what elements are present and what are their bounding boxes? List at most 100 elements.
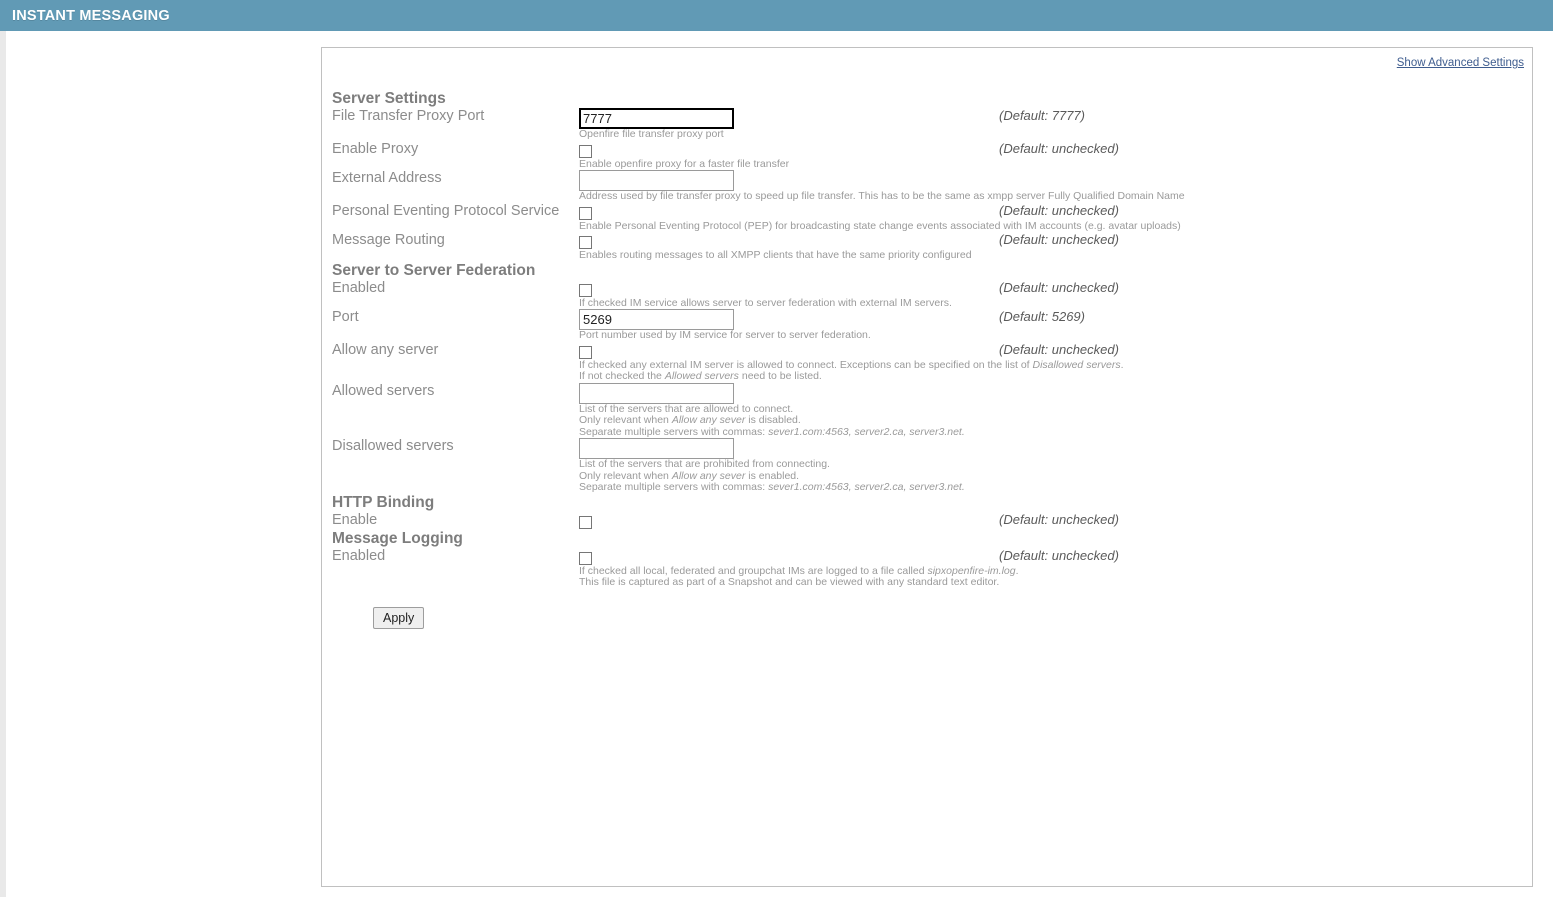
row-pep-service: Personal Eventing Protocol Service (Defa… bbox=[332, 203, 1492, 221]
label-external-address: External Address bbox=[332, 170, 442, 186]
label-allowed-servers: Allowed servers bbox=[332, 382, 435, 399]
default-http-binding-enable: (Default: unchecked) bbox=[999, 511, 1119, 527]
help-text-em: Allow any sever bbox=[671, 469, 746, 482]
left-gutter-strip bbox=[0, 31, 6, 897]
default-message-routing: (Default: unchecked) bbox=[999, 232, 1119, 247]
help-allow-any-server-line1: If checked any external IM server is all… bbox=[579, 359, 1124, 371]
file-transfer-proxy-port-input[interactable] bbox=[579, 108, 734, 129]
help-allowed-servers-line1: List of the servers that are allowed to … bbox=[579, 402, 794, 415]
help-disallowed-servers: List of the servers that are prohibited … bbox=[579, 458, 1492, 494]
help-text-em: sever1.com:4563, server2.ca, server3.net… bbox=[768, 425, 965, 438]
label-pep-service: Personal Eventing Protocol Service bbox=[332, 202, 560, 219]
help-text-b: is enabled. bbox=[745, 469, 800, 482]
help-text-a: Separate multiple servers with commas: bbox=[579, 481, 769, 493]
pep-service-checkbox[interactable] bbox=[579, 206, 592, 220]
row-file-transfer-proxy-port: File Transfer Proxy Port (Default: 7777) bbox=[332, 108, 1492, 129]
help-text-b: . bbox=[1015, 564, 1019, 577]
label-message-routing: Message Routing bbox=[332, 232, 445, 248]
row-enable-proxy: Enable Proxy (Default: unchecked) bbox=[332, 141, 1492, 159]
help-disallowed-servers-line3: Separate multiple servers with commas: s… bbox=[579, 481, 965, 493]
section-heading-server-to-server-federation: Server to Server Federation bbox=[332, 261, 536, 279]
help-allow-any-server: If checked any external IM server is all… bbox=[579, 359, 1492, 383]
help-text-a: If checked any external IM server is all… bbox=[579, 358, 1033, 371]
help-s2s-port: Port number used by IM service for serve… bbox=[579, 329, 871, 341]
default-allow-any-server: (Default: unchecked) bbox=[999, 341, 1119, 357]
section-heading-http-binding: HTTP Binding bbox=[332, 493, 435, 511]
http-binding-table: Enable (Default: unchecked) bbox=[332, 512, 1492, 530]
help-text-a: Only relevant when bbox=[579, 469, 672, 482]
help-text-em: Allow any sever bbox=[671, 414, 746, 426]
help-text-em: sipxopenfire-im.log bbox=[927, 564, 1016, 577]
row-allowed-servers: Allowed servers bbox=[332, 382, 1492, 404]
label-s2s-port: Port bbox=[332, 309, 359, 325]
label-enable-proxy: Enable Proxy bbox=[332, 140, 419, 157]
section-heading-server-settings: Server Settings bbox=[332, 90, 446, 107]
help-message-logging-enabled: If checked all local, federated and grou… bbox=[579, 565, 1492, 589]
default-enable-proxy: (Default: unchecked) bbox=[999, 140, 1119, 156]
help-file-transfer-proxy-port: Openfire file transfer proxy port bbox=[579, 128, 724, 140]
label-allow-any-server: Allow any server bbox=[332, 341, 439, 358]
help-text-a: Separate multiple servers with commas: bbox=[579, 425, 769, 438]
row-message-routing: Message Routing (Default: unchecked) bbox=[332, 232, 1492, 250]
help-disallowed-servers-line2: Only relevant when Allow any sever is en… bbox=[579, 470, 799, 482]
default-allowed-servers bbox=[999, 383, 1492, 404]
label-message-logging-enabled: Enabled bbox=[332, 547, 386, 564]
help-pep-service: Enable Personal Eventing Protocol (PEP) … bbox=[579, 219, 1181, 232]
disallowed-servers-input[interactable] bbox=[579, 438, 734, 459]
help-s2s-enabled: If checked IM service allows server to s… bbox=[579, 296, 952, 309]
http-binding-enable-checkbox[interactable] bbox=[579, 515, 592, 529]
label-s2s-enabled: Enabled bbox=[332, 279, 386, 296]
help-text-em: sever1.com:4563, server2.ca, server3.net… bbox=[768, 481, 965, 493]
help-enable-proxy: Enable openfire proxy for a faster file … bbox=[579, 157, 790, 170]
help-text-b: is disabled. bbox=[745, 414, 801, 426]
page-title: INSTANT MESSAGING bbox=[12, 7, 170, 24]
section-heading-message-logging: Message Logging bbox=[332, 529, 463, 547]
server-to-server-federation-table: Enabled (Default: unchecked) If checked … bbox=[332, 280, 1492, 494]
help-message-routing: Enables routing messages to all XMPP cli… bbox=[579, 249, 972, 261]
row-disallowed-servers: Disallowed servers bbox=[332, 438, 1492, 459]
help-allowed-servers-line3: Separate multiple servers with commas: s… bbox=[579, 426, 965, 438]
form-actions: Apply bbox=[332, 589, 1532, 629]
default-disallowed-servers bbox=[999, 438, 1492, 459]
help-text-b: need to be listed. bbox=[738, 370, 822, 382]
default-s2s-enabled: (Default: unchecked) bbox=[999, 279, 1119, 295]
row-allow-any-server: Allow any server (Default: unchecked) bbox=[332, 342, 1492, 360]
default-s2s-port: (Default: 5269) bbox=[999, 309, 1085, 324]
help-allowed-servers-line2: Only relevant when Allow any sever is di… bbox=[579, 414, 801, 426]
message-routing-checkbox[interactable] bbox=[579, 236, 592, 249]
help-allow-any-server-line2: If not checked the Allowed servers need … bbox=[579, 370, 822, 382]
help-external-address: Address used by file transfer proxy to s… bbox=[579, 190, 1185, 202]
apply-button[interactable]: Apply bbox=[373, 606, 425, 629]
help-message-logging-line2: This file is captured as part of a Snaps… bbox=[579, 576, 1000, 588]
help-allowed-servers: List of the servers that are allowed to … bbox=[579, 402, 1492, 439]
help-text-em: Disallowed servers bbox=[1032, 358, 1121, 371]
settings-form: Server Settings File Transfer Proxy Port… bbox=[322, 74, 1532, 629]
help-text-em: Allowed servers bbox=[664, 370, 739, 382]
allowed-servers-input[interactable] bbox=[579, 382, 734, 404]
allow-any-server-checkbox[interactable] bbox=[579, 345, 592, 359]
server-settings-table: File Transfer Proxy Port (Default: 7777)… bbox=[332, 108, 1492, 262]
label-http-binding-enable: Enable bbox=[332, 511, 378, 528]
help-text-a: If not checked the bbox=[579, 370, 665, 382]
instant-messaging-settings-panel: Show Advanced Settings Server Settings F… bbox=[321, 47, 1533, 887]
help-text-b: . bbox=[1120, 358, 1124, 371]
s2s-enabled-checkbox[interactable] bbox=[579, 283, 592, 297]
row-s2s-enabled: Enabled (Default: unchecked) bbox=[332, 280, 1492, 298]
row-message-logging-enabled: Enabled (Default: unchecked) bbox=[332, 548, 1492, 566]
help-text-a: If checked all local, federated and grou… bbox=[579, 564, 928, 577]
show-advanced-settings-link[interactable]: Show Advanced Settings bbox=[1397, 57, 1524, 69]
help-message-logging-line1: If checked all local, federated and grou… bbox=[579, 565, 1019, 577]
row-s2s-port: Port (Default: 5269) bbox=[332, 309, 1492, 330]
row-external-address: External Address bbox=[332, 170, 1492, 191]
default-file-transfer-proxy-port: (Default: 7777) bbox=[999, 108, 1085, 123]
enable-proxy-checkbox[interactable] bbox=[579, 144, 592, 158]
s2s-port-input[interactable] bbox=[579, 309, 734, 330]
label-file-transfer-proxy-port: File Transfer Proxy Port bbox=[332, 108, 485, 124]
message-logging-table: Enabled (Default: unchecked) If checked … bbox=[332, 548, 1492, 589]
default-pep-service: (Default: unchecked) bbox=[999, 202, 1119, 218]
label-disallowed-servers: Disallowed servers bbox=[332, 438, 454, 454]
default-external-address bbox=[999, 170, 1492, 191]
message-logging-enabled-checkbox[interactable] bbox=[579, 551, 592, 565]
external-address-input[interactable] bbox=[579, 170, 734, 191]
advanced-settings-row: Show Advanced Settings bbox=[322, 48, 1532, 74]
